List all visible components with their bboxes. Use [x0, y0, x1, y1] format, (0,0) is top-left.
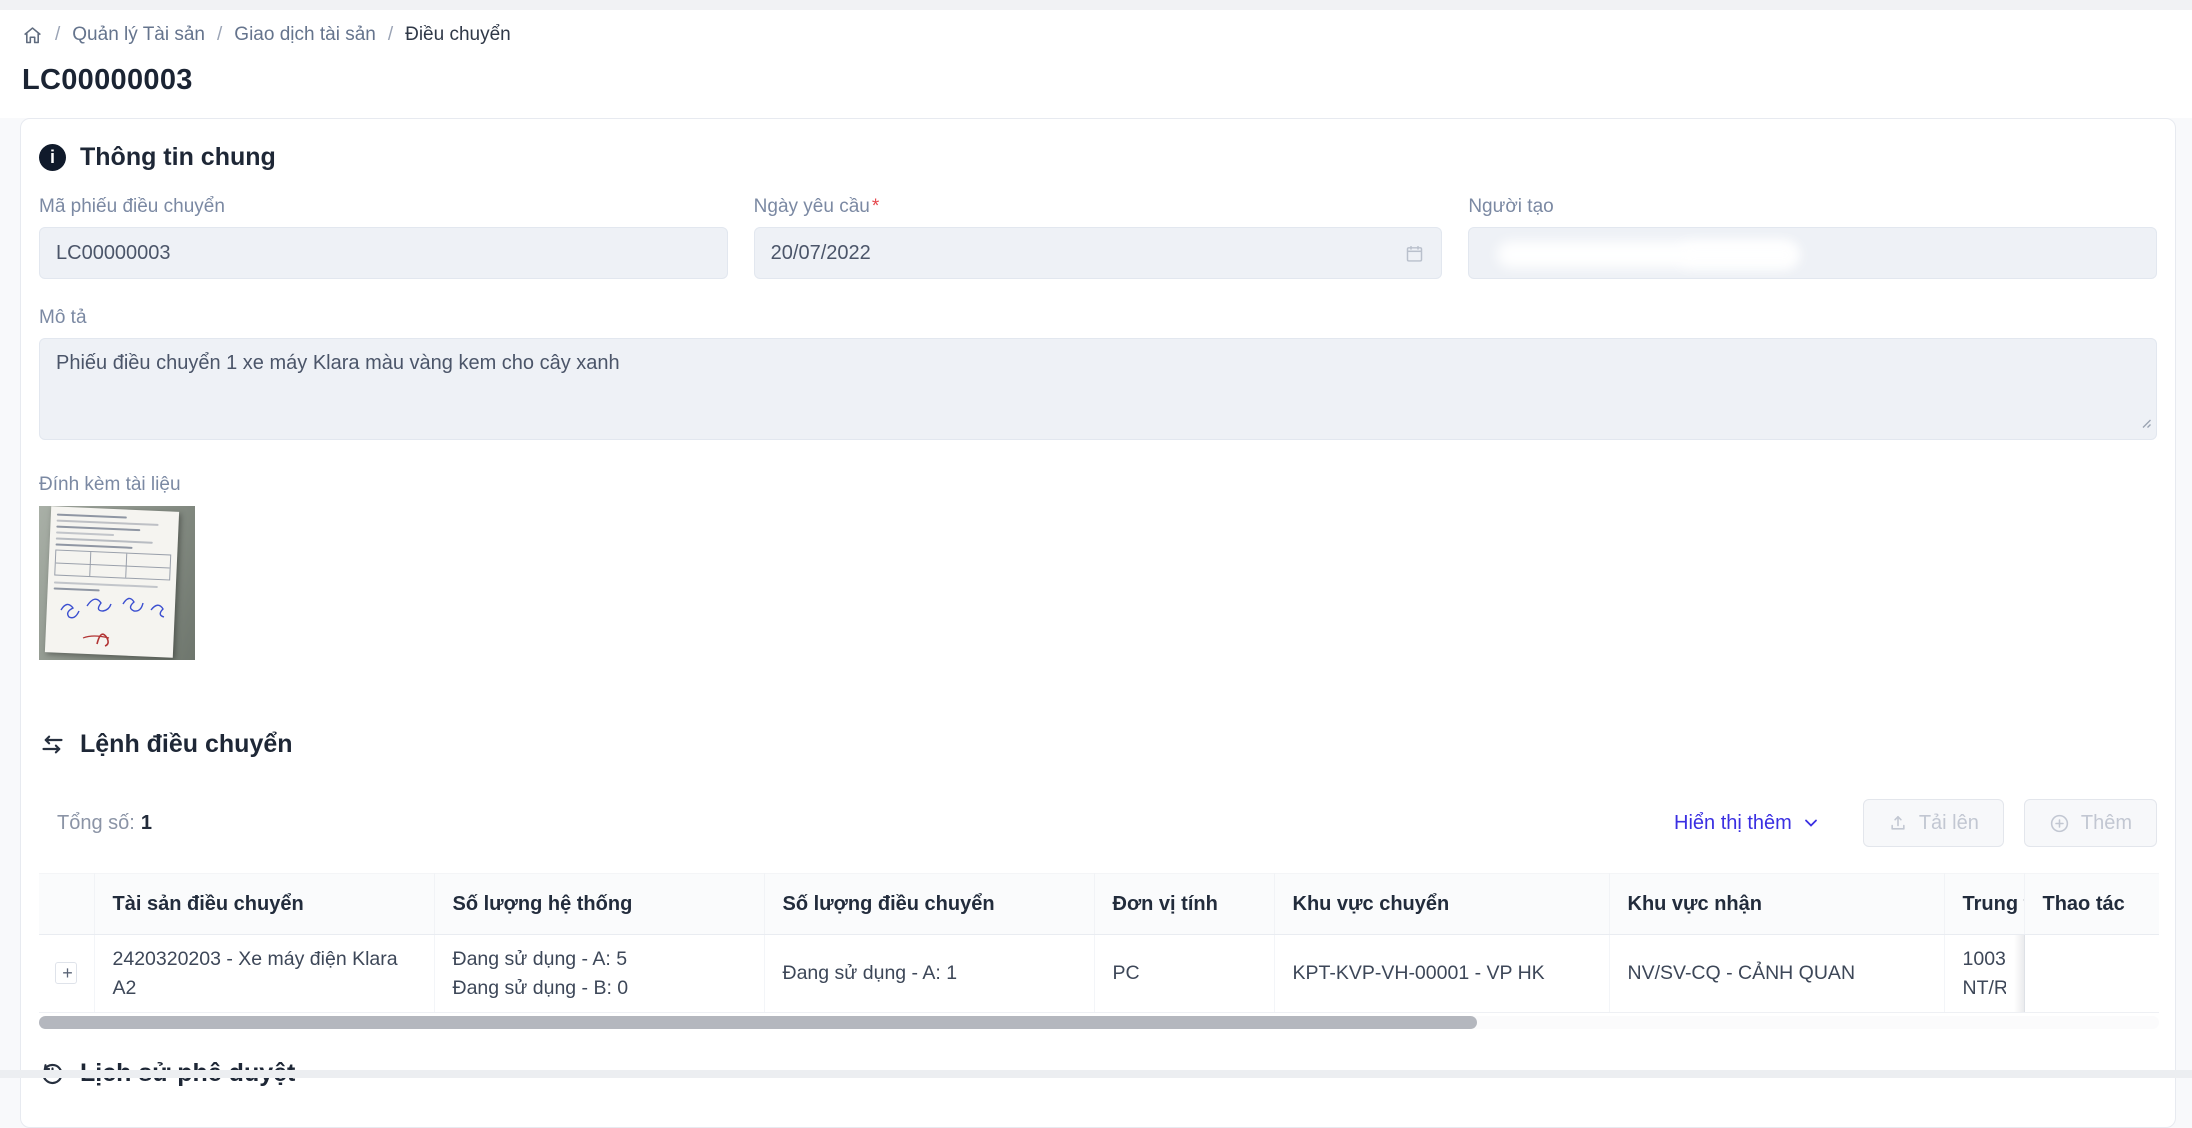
transfer-code-input-box	[39, 227, 728, 279]
page-header: / Quản lý Tài sản / Giao dịch tài sản / …	[0, 10, 2192, 118]
show-more-dropdown[interactable]: Hiển thị thêm	[1674, 812, 1819, 835]
info-circle-icon: i	[39, 144, 66, 171]
resize-handle-icon[interactable]	[2139, 412, 2152, 435]
description-text: Phiếu điều chuyển 1 xe máy Klara màu vàn…	[56, 352, 620, 375]
col-asset: Tài sản điều chuyển	[94, 874, 434, 935]
field-creator: Người tạo	[1468, 196, 2157, 279]
creator-label: Người tạo	[1468, 196, 2157, 218]
cell-unit: PC	[1094, 935, 1274, 1013]
field-description: Mô tả Phiếu điều chuyển 1 xe máy Klara m…	[39, 307, 2157, 440]
horizontal-scrollbar[interactable]	[39, 1016, 2159, 1029]
cell-system-qty: Đang sử dụng - A: 5 Đang sử dụng - B: 0	[434, 935, 764, 1013]
col-system-qty: Số lượng hệ thống	[434, 874, 764, 935]
section-transfer-orders: Lệnh điều chuyển	[39, 730, 2157, 759]
attachment-signatures	[39, 506, 195, 660]
calendar-icon[interactable]	[1404, 243, 1425, 264]
breadcrumb-link-asset-management[interactable]: Quản lý Tài sản	[72, 24, 205, 46]
swap-icon	[39, 731, 66, 758]
system-qty-line2: Đang sử dụng - B: 0	[453, 974, 746, 1002]
description-textarea[interactable]: Phiếu điều chuyển 1 xe máy Klara màu vàn…	[39, 338, 2157, 440]
center-line2: NT/RSBY/V/I	[1963, 974, 2006, 1002]
redacted-value-blur	[1679, 243, 1799, 267]
row-expand-button[interactable]: +	[55, 962, 77, 984]
total-count: Tổng số: 1	[57, 812, 152, 835]
description-label: Mô tả	[39, 307, 2157, 329]
section-general-info-title: Thông tin chung	[80, 143, 276, 172]
scrollbar-thumb[interactable]	[39, 1016, 1477, 1029]
plus-circle-icon	[2049, 813, 2070, 834]
transfer-code-label: Mã phiếu điều chuyển	[39, 196, 728, 218]
breadcrumb-separator: /	[55, 24, 60, 46]
table-row: + 2420320203 - Xe máy điện Klara A2 Đang…	[39, 935, 2159, 1013]
cell-center: 1003014102 NT/RSBY/V/I	[1944, 935, 2024, 1013]
transfer-code-input[interactable]	[56, 242, 711, 265]
attachment-thumbnail[interactable]	[39, 506, 195, 660]
expand-cell: +	[39, 935, 94, 1013]
col-center: Trung tâm	[1944, 874, 2024, 935]
request-date-picker[interactable]	[754, 227, 1443, 279]
cell-to-area: NV/SV-CQ - CẢNH QUAN	[1609, 935, 1944, 1013]
show-more-label: Hiển thị thêm	[1674, 812, 1792, 835]
breadcrumb-separator: /	[388, 24, 393, 46]
attachments-label: Đính kèm tài liệu	[39, 474, 2157, 496]
page-title: LC00000003	[22, 64, 2192, 97]
breadcrumb: / Quản lý Tài sản / Giao dịch tài sản / …	[22, 20, 2192, 50]
cell-from-area: KPT-KVP-VH-00001 - VP HK	[1274, 935, 1609, 1013]
col-actions: Thao tác	[2024, 874, 2159, 935]
cell-asset: 2420320203 - Xe máy điện Klara A2	[94, 935, 434, 1013]
bottom-edge-strip	[0, 1070, 2192, 1078]
table-controls-row: Tổng số: 1 Hiển thị thêm Tải lên Thêm	[39, 799, 2157, 847]
cell-transfer-qty: Đang sử dụng - A: 1	[764, 935, 1094, 1013]
total-count-label: Tổng số:	[57, 812, 135, 834]
cell-actions	[2024, 935, 2159, 1013]
col-to-area: Khu vực nhận	[1609, 874, 1944, 935]
top-edge-strip	[0, 0, 2192, 10]
col-transfer-qty: Số lượng điều chuyển	[764, 874, 1094, 935]
section-general-info: i Thông tin chung	[39, 143, 2157, 172]
creator-input-box	[1468, 227, 2157, 279]
breadcrumb-separator: /	[217, 24, 222, 46]
breadcrumb-link-asset-transactions[interactable]: Giao dịch tài sản	[234, 24, 376, 46]
field-request-date: Ngày yêu cầu*	[754, 196, 1443, 279]
chevron-down-icon	[1803, 815, 1819, 831]
transfer-orders-table: Tài sản điều chuyển Số lượng hệ thống Số…	[39, 873, 2159, 1013]
general-info-form: Mã phiếu điều chuyển Ngày yêu cầu* Người…	[39, 196, 2157, 279]
table-header-row: Tài sản điều chuyển Số lượng hệ thống Số…	[39, 874, 2159, 935]
col-from-area: Khu vực chuyển	[1274, 874, 1609, 935]
field-transfer-code: Mã phiếu điều chuyển	[39, 196, 728, 279]
section-transfer-orders-title: Lệnh điều chuyển	[80, 730, 293, 759]
home-icon[interactable]	[22, 25, 43, 46]
required-mark: *	[872, 196, 879, 217]
detail-card: i Thông tin chung Mã phiếu điều chuyển N…	[20, 118, 2176, 1128]
request-date-input[interactable]	[771, 242, 1395, 265]
add-button-label: Thêm	[2081, 812, 2132, 835]
upload-button-label: Tải lên	[1919, 812, 1979, 835]
system-qty-line1: Đang sử dụng - A: 5	[453, 945, 746, 973]
total-count-value: 1	[141, 812, 152, 834]
col-expand	[39, 874, 94, 935]
request-date-label-text: Ngày yêu cầu	[754, 196, 870, 217]
add-button[interactable]: Thêm	[2024, 799, 2157, 847]
upload-button[interactable]: Tải lên	[1863, 799, 2004, 847]
breadcrumb-current: Điều chuyển	[405, 24, 511, 46]
col-unit: Đơn vị tính	[1094, 874, 1274, 935]
request-date-label: Ngày yêu cầu*	[754, 196, 1443, 218]
center-line1: 1003014102	[1963, 945, 2006, 973]
upload-icon	[1888, 813, 1908, 833]
